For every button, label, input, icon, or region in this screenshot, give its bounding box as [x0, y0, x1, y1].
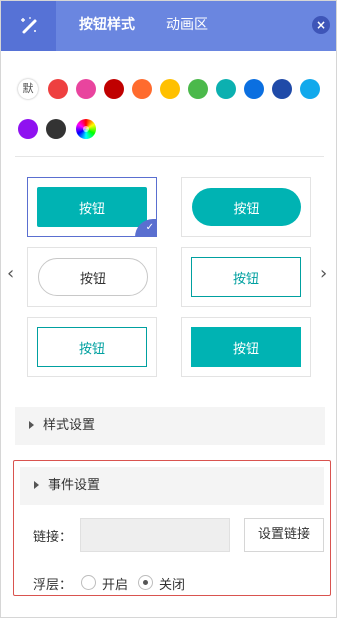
caret-right-icon	[34, 481, 39, 489]
style-settings-header[interactable]: 样式设置	[15, 407, 325, 445]
button-style-option-2[interactable]: 按钮	[181, 177, 311, 237]
radio-open[interactable]	[81, 575, 96, 590]
radio-close[interactable]	[138, 575, 153, 590]
chevron-left-icon[interactable]: ‹	[7, 263, 14, 284]
radio-close-label: 关闭	[159, 578, 186, 593]
button-style-option-4[interactable]: 按钮	[181, 247, 311, 307]
panel-header: 按钮样式 动画区 ×	[1, 1, 336, 51]
event-settings-header[interactable]: 事件设置	[20, 467, 324, 505]
button-preview: 按钮	[192, 188, 301, 226]
color-swatch-teal[interactable]	[216, 79, 236, 99]
color-swatch-pink[interactable]	[76, 79, 96, 99]
section-title: 事件设置	[48, 478, 101, 493]
button-preview: 按钮	[37, 187, 147, 227]
button-style-option-1[interactable]: 按钮 ✓	[27, 177, 157, 237]
chevron-right-icon[interactable]: ›	[320, 263, 327, 284]
link-label: 链接：	[33, 530, 73, 545]
color-swatch-blue[interactable]	[244, 79, 264, 99]
color-swatch-black[interactable]	[46, 119, 66, 139]
set-link-button[interactable]: 设置链接	[244, 518, 324, 552]
caret-right-icon	[29, 421, 34, 429]
color-swatch-dark-red[interactable]	[104, 79, 124, 99]
color-swatch-navy[interactable]	[272, 79, 292, 99]
link-input[interactable]	[80, 518, 230, 552]
color-swatch-purple[interactable]	[18, 119, 38, 139]
button-preview: 按钮	[191, 327, 301, 367]
color-swatch-orange[interactable]	[132, 79, 152, 99]
color-swatch-yellow[interactable]	[160, 79, 180, 99]
layer-label: 浮层：	[33, 578, 73, 593]
button-style-option-6[interactable]: 按钮	[181, 317, 311, 377]
button-style-option-3[interactable]: 按钮	[27, 247, 157, 307]
editor-panel: 按钮样式 动画区 × 默 ‹ › 按钮 ✓ 按钮 按钮 按钮 按钮 按钮 样式设	[0, 0, 337, 618]
color-swatch-sky[interactable]	[300, 79, 320, 99]
button-preview: 按钮	[37, 327, 147, 367]
tab-animation[interactable]: 动画区	[166, 1, 208, 51]
button-preview: 按钮	[38, 258, 148, 296]
section-title: 样式设置	[43, 418, 96, 433]
color-swatch-default[interactable]: 默	[18, 79, 38, 99]
button-style-option-5[interactable]: 按钮	[27, 317, 157, 377]
magic-wand-icon[interactable]	[1, 1, 56, 51]
color-swatch-red[interactable]	[48, 79, 68, 99]
button-preview: 按钮	[191, 257, 301, 297]
radio-open-label: 开启	[102, 578, 129, 593]
tab-button-style[interactable]: 按钮样式	[79, 1, 135, 51]
divider	[15, 156, 324, 157]
color-picker-icon[interactable]	[76, 119, 96, 139]
color-swatch-green[interactable]	[188, 79, 208, 99]
close-icon[interactable]: ×	[312, 16, 330, 34]
